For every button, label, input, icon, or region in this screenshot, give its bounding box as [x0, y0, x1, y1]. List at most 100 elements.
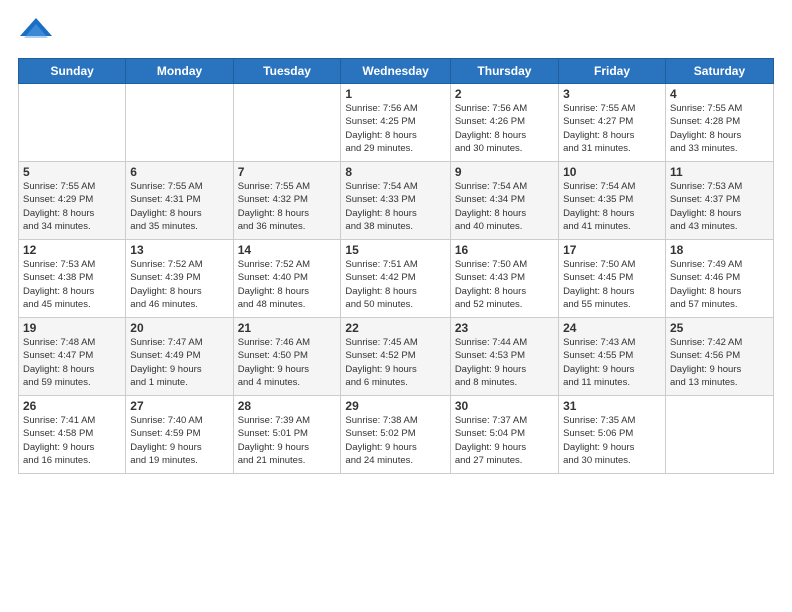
day-header-monday: Monday	[126, 59, 233, 84]
day-number: 12	[23, 243, 121, 257]
day-number: 30	[455, 399, 554, 413]
day-header-wednesday: Wednesday	[341, 59, 450, 84]
day-info: Sunrise: 7:46 AM Sunset: 4:50 PM Dayligh…	[238, 336, 337, 389]
day-number: 15	[345, 243, 445, 257]
day-info: Sunrise: 7:54 AM Sunset: 4:35 PM Dayligh…	[563, 180, 661, 233]
day-info: Sunrise: 7:49 AM Sunset: 4:46 PM Dayligh…	[670, 258, 769, 311]
day-info: Sunrise: 7:55 AM Sunset: 4:27 PM Dayligh…	[563, 102, 661, 155]
calendar-cell: 15Sunrise: 7:51 AM Sunset: 4:42 PM Dayli…	[341, 240, 450, 318]
day-info: Sunrise: 7:53 AM Sunset: 4:37 PM Dayligh…	[670, 180, 769, 233]
day-number: 8	[345, 165, 445, 179]
calendar-cell: 18Sunrise: 7:49 AM Sunset: 4:46 PM Dayli…	[665, 240, 773, 318]
day-header-friday: Friday	[559, 59, 666, 84]
calendar-cell: 30Sunrise: 7:37 AM Sunset: 5:04 PM Dayli…	[450, 396, 558, 474]
calendar-cell: 3Sunrise: 7:55 AM Sunset: 4:27 PM Daylig…	[559, 84, 666, 162]
day-info: Sunrise: 7:55 AM Sunset: 4:31 PM Dayligh…	[130, 180, 228, 233]
day-number: 4	[670, 87, 769, 101]
day-info: Sunrise: 7:54 AM Sunset: 4:33 PM Dayligh…	[345, 180, 445, 233]
day-info: Sunrise: 7:43 AM Sunset: 4:55 PM Dayligh…	[563, 336, 661, 389]
calendar-cell: 5Sunrise: 7:55 AM Sunset: 4:29 PM Daylig…	[19, 162, 126, 240]
day-number: 17	[563, 243, 661, 257]
calendar-cell: 19Sunrise: 7:48 AM Sunset: 4:47 PM Dayli…	[19, 318, 126, 396]
calendar: SundayMondayTuesdayWednesdayThursdayFrid…	[18, 58, 774, 474]
calendar-cell: 8Sunrise: 7:54 AM Sunset: 4:33 PM Daylig…	[341, 162, 450, 240]
calendar-week-2: 5Sunrise: 7:55 AM Sunset: 4:29 PM Daylig…	[19, 162, 774, 240]
calendar-cell	[126, 84, 233, 162]
day-info: Sunrise: 7:47 AM Sunset: 4:49 PM Dayligh…	[130, 336, 228, 389]
day-number: 2	[455, 87, 554, 101]
day-info: Sunrise: 7:48 AM Sunset: 4:47 PM Dayligh…	[23, 336, 121, 389]
day-number: 5	[23, 165, 121, 179]
day-number: 6	[130, 165, 228, 179]
day-header-tuesday: Tuesday	[233, 59, 341, 84]
page: SundayMondayTuesdayWednesdayThursdayFrid…	[0, 0, 792, 612]
day-number: 22	[345, 321, 445, 335]
calendar-cell: 1Sunrise: 7:56 AM Sunset: 4:25 PM Daylig…	[341, 84, 450, 162]
day-info: Sunrise: 7:38 AM Sunset: 5:02 PM Dayligh…	[345, 414, 445, 467]
day-number: 9	[455, 165, 554, 179]
calendar-cell: 22Sunrise: 7:45 AM Sunset: 4:52 PM Dayli…	[341, 318, 450, 396]
day-number: 18	[670, 243, 769, 257]
day-number: 7	[238, 165, 337, 179]
logo	[18, 16, 58, 48]
day-header-saturday: Saturday	[665, 59, 773, 84]
day-number: 10	[563, 165, 661, 179]
calendar-cell: 17Sunrise: 7:50 AM Sunset: 4:45 PM Dayli…	[559, 240, 666, 318]
calendar-cell: 14Sunrise: 7:52 AM Sunset: 4:40 PM Dayli…	[233, 240, 341, 318]
logo-icon	[18, 16, 54, 48]
day-info: Sunrise: 7:55 AM Sunset: 4:32 PM Dayligh…	[238, 180, 337, 233]
day-info: Sunrise: 7:56 AM Sunset: 4:26 PM Dayligh…	[455, 102, 554, 155]
calendar-cell: 24Sunrise: 7:43 AM Sunset: 4:55 PM Dayli…	[559, 318, 666, 396]
day-info: Sunrise: 7:54 AM Sunset: 4:34 PM Dayligh…	[455, 180, 554, 233]
day-number: 21	[238, 321, 337, 335]
day-info: Sunrise: 7:52 AM Sunset: 4:39 PM Dayligh…	[130, 258, 228, 311]
day-info: Sunrise: 7:51 AM Sunset: 4:42 PM Dayligh…	[345, 258, 445, 311]
header	[18, 16, 774, 48]
calendar-cell: 20Sunrise: 7:47 AM Sunset: 4:49 PM Dayli…	[126, 318, 233, 396]
calendar-cell: 31Sunrise: 7:35 AM Sunset: 5:06 PM Dayli…	[559, 396, 666, 474]
calendar-cell: 11Sunrise: 7:53 AM Sunset: 4:37 PM Dayli…	[665, 162, 773, 240]
calendar-cell: 2Sunrise: 7:56 AM Sunset: 4:26 PM Daylig…	[450, 84, 558, 162]
day-info: Sunrise: 7:39 AM Sunset: 5:01 PM Dayligh…	[238, 414, 337, 467]
day-info: Sunrise: 7:56 AM Sunset: 4:25 PM Dayligh…	[345, 102, 445, 155]
day-info: Sunrise: 7:41 AM Sunset: 4:58 PM Dayligh…	[23, 414, 121, 467]
calendar-cell: 12Sunrise: 7:53 AM Sunset: 4:38 PM Dayli…	[19, 240, 126, 318]
day-number: 3	[563, 87, 661, 101]
day-header-thursday: Thursday	[450, 59, 558, 84]
calendar-week-4: 19Sunrise: 7:48 AM Sunset: 4:47 PM Dayli…	[19, 318, 774, 396]
calendar-cell: 13Sunrise: 7:52 AM Sunset: 4:39 PM Dayli…	[126, 240, 233, 318]
calendar-cell: 27Sunrise: 7:40 AM Sunset: 4:59 PM Dayli…	[126, 396, 233, 474]
day-number: 19	[23, 321, 121, 335]
day-number: 14	[238, 243, 337, 257]
calendar-cell: 25Sunrise: 7:42 AM Sunset: 4:56 PM Dayli…	[665, 318, 773, 396]
day-info: Sunrise: 7:35 AM Sunset: 5:06 PM Dayligh…	[563, 414, 661, 467]
calendar-week-3: 12Sunrise: 7:53 AM Sunset: 4:38 PM Dayli…	[19, 240, 774, 318]
day-info: Sunrise: 7:37 AM Sunset: 5:04 PM Dayligh…	[455, 414, 554, 467]
day-number: 16	[455, 243, 554, 257]
calendar-week-1: 1Sunrise: 7:56 AM Sunset: 4:25 PM Daylig…	[19, 84, 774, 162]
day-number: 31	[563, 399, 661, 413]
calendar-cell	[665, 396, 773, 474]
calendar-cell: 28Sunrise: 7:39 AM Sunset: 5:01 PM Dayli…	[233, 396, 341, 474]
day-number: 29	[345, 399, 445, 413]
day-number: 27	[130, 399, 228, 413]
calendar-cell: 21Sunrise: 7:46 AM Sunset: 4:50 PM Dayli…	[233, 318, 341, 396]
calendar-cell: 16Sunrise: 7:50 AM Sunset: 4:43 PM Dayli…	[450, 240, 558, 318]
day-number: 25	[670, 321, 769, 335]
day-info: Sunrise: 7:44 AM Sunset: 4:53 PM Dayligh…	[455, 336, 554, 389]
calendar-cell	[233, 84, 341, 162]
day-info: Sunrise: 7:40 AM Sunset: 4:59 PM Dayligh…	[130, 414, 228, 467]
day-header-sunday: Sunday	[19, 59, 126, 84]
calendar-cell	[19, 84, 126, 162]
day-info: Sunrise: 7:53 AM Sunset: 4:38 PM Dayligh…	[23, 258, 121, 311]
calendar-cell: 6Sunrise: 7:55 AM Sunset: 4:31 PM Daylig…	[126, 162, 233, 240]
day-number: 11	[670, 165, 769, 179]
day-number: 26	[23, 399, 121, 413]
day-info: Sunrise: 7:52 AM Sunset: 4:40 PM Dayligh…	[238, 258, 337, 311]
day-number: 28	[238, 399, 337, 413]
day-number: 23	[455, 321, 554, 335]
calendar-cell: 23Sunrise: 7:44 AM Sunset: 4:53 PM Dayli…	[450, 318, 558, 396]
calendar-header-row: SundayMondayTuesdayWednesdayThursdayFrid…	[19, 59, 774, 84]
calendar-cell: 29Sunrise: 7:38 AM Sunset: 5:02 PM Dayli…	[341, 396, 450, 474]
day-number: 13	[130, 243, 228, 257]
